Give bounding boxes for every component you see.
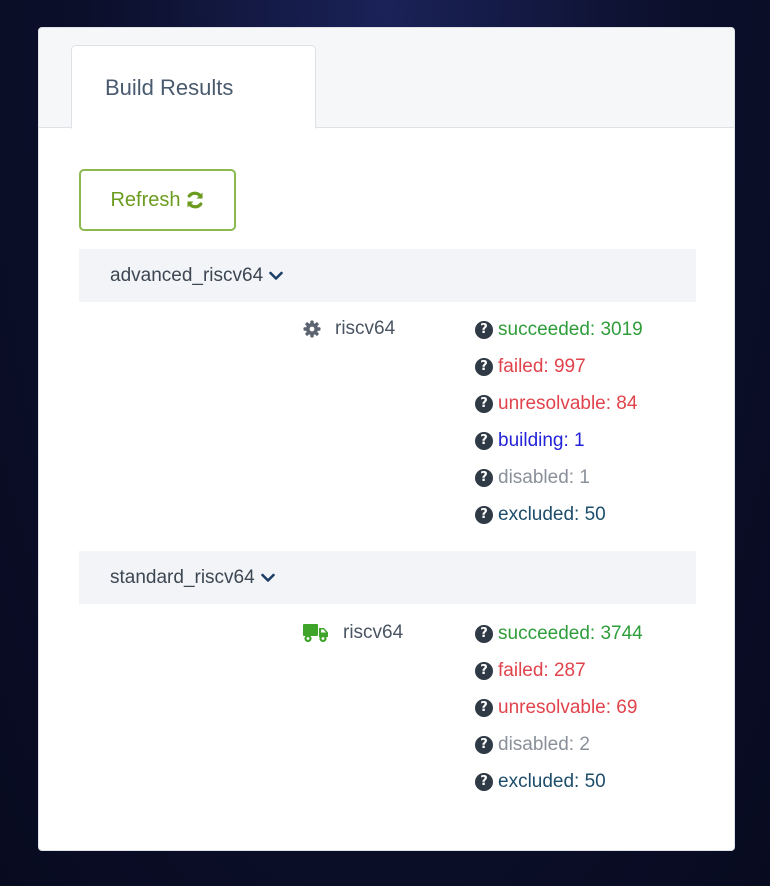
arch-label: riscv64: [335, 318, 396, 339]
refresh-icon: [185, 190, 205, 210]
chevron-down-icon: [269, 271, 283, 281]
status-failed[interactable]: ? failed: 287: [475, 652, 643, 689]
status-list-standard: ? succeeded: 3744 ? failed: 287 ? unreso…: [475, 615, 643, 800]
question-circle-icon: ?: [475, 661, 493, 680]
status-unresolvable[interactable]: ? unresolvable: 84: [475, 385, 643, 422]
build-results-panel: Build Results Refresh advanced_riscv64 r…: [38, 27, 735, 851]
gear-icon: [303, 320, 321, 338]
repo-name: advanced_riscv64: [110, 264, 264, 286]
status-succeeded[interactable]: ? succeeded: 3019: [475, 311, 643, 348]
question-circle-icon: ?: [475, 698, 493, 717]
status-succeeded[interactable]: ? succeeded: 3744: [475, 615, 643, 652]
question-circle-icon: ?: [475, 431, 493, 450]
arch-riscv64-advanced[interactable]: riscv64: [303, 314, 395, 344]
question-circle-icon: ?: [475, 772, 493, 791]
status-disabled[interactable]: ? disabled: 1: [475, 459, 643, 496]
status-building[interactable]: ? building: 1: [475, 422, 643, 459]
refresh-button-label: Refresh: [110, 188, 181, 211]
arch-riscv64-standard[interactable]: riscv64: [303, 618, 403, 648]
question-circle-icon: ?: [475, 394, 493, 413]
status-unresolvable[interactable]: ? unresolvable: 69: [475, 689, 643, 726]
status-excluded[interactable]: ? excluded: 50: [475, 763, 643, 800]
question-circle-icon: ?: [475, 735, 493, 754]
truck-icon: [303, 623, 329, 643]
question-circle-icon: ?: [475, 320, 493, 339]
status-disabled[interactable]: ? disabled: 2: [475, 726, 643, 763]
question-circle-icon: ?: [475, 505, 493, 524]
repo-header-standard-riscv64[interactable]: standard_riscv64: [79, 551, 696, 604]
question-circle-icon: ?: [475, 468, 493, 487]
repo-name: standard_riscv64: [110, 566, 255, 588]
question-circle-icon: ?: [475, 357, 493, 376]
tab-bar: Build Results: [39, 28, 734, 129]
repo-header-advanced-riscv64[interactable]: advanced_riscv64: [79, 249, 696, 302]
question-circle-icon: ?: [475, 624, 493, 643]
status-failed[interactable]: ? failed: 997: [475, 348, 643, 385]
refresh-button[interactable]: Refresh: [79, 169, 236, 231]
chevron-down-icon: [260, 573, 275, 583]
status-list-advanced: ? succeeded: 3019 ? failed: 997 ? unreso…: [475, 311, 643, 533]
status-excluded[interactable]: ? excluded: 50: [475, 496, 643, 533]
arch-label: riscv64: [343, 622, 404, 643]
tab-build-results[interactable]: Build Results: [71, 45, 316, 129]
